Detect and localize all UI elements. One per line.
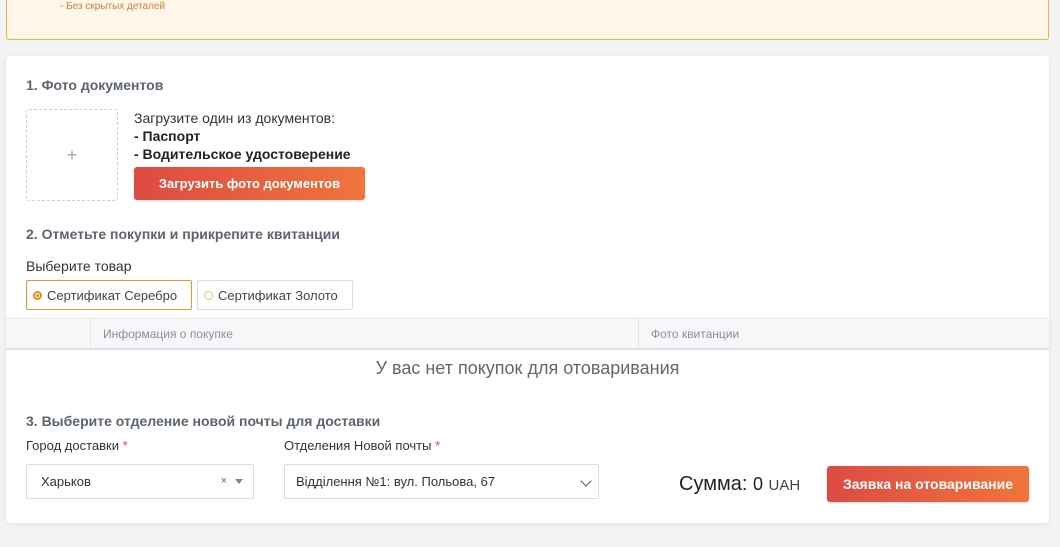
city-label: Город доставки *: [26, 438, 128, 453]
empty-purchases-message: У вас нет покупок для отоваривания: [375, 358, 680, 378]
required-mark: *: [435, 438, 441, 453]
city-value: Харьков: [41, 474, 91, 489]
document-instructions: Загрузите один из документов: - Паспорт …: [134, 109, 351, 163]
choose-product-label: Выберите товар: [26, 258, 132, 274]
notice-banner: - Без скрытых деталей: [6, 0, 1049, 40]
sum-value: 0: [752, 474, 763, 494]
chevron-down-icon: [580, 475, 592, 487]
purchases-table-header: Информация о покупке Фото квитанции: [6, 318, 1049, 350]
city-select[interactable]: Харьков ×: [26, 464, 254, 499]
option-label: Сертификат Серебро: [47, 287, 178, 303]
radio-selected-icon: [33, 290, 42, 300]
instruction-text: Загрузите один из документов:: [134, 110, 335, 126]
plus-icon: +: [66, 144, 78, 165]
step3-title: 3. Выберите отделение новой почты для до…: [26, 413, 381, 429]
submit-redemption-button[interactable]: Заявка на отоваривание: [827, 466, 1029, 502]
radio-unselected-icon: [204, 290, 213, 300]
doc-passport: - Паспорт: [134, 128, 201, 144]
total-sum: Сумма: 0 UAH: [679, 473, 800, 496]
option-silver-certificate[interactable]: Сертификат Серебро: [26, 280, 192, 310]
column-purchase-info: Информация о покупке: [90, 319, 639, 349]
branch-value: Відділення №1: вул. Польова, 67: [296, 474, 496, 489]
step1-title: 1. Фото документов: [26, 77, 164, 93]
doc-driver-license: - Водительское удостоверение: [134, 146, 351, 162]
branch-select[interactable]: Відділення №1: вул. Польова, 67: [284, 464, 599, 499]
step2-title: 2. Отметьте покупки и прикрепите квитанц…: [26, 226, 340, 242]
caret-down-icon[interactable]: [235, 479, 243, 484]
sum-label: Сумма:: [679, 473, 748, 495]
option-gold-certificate[interactable]: Сертификат Золото: [197, 280, 353, 310]
upload-documents-button[interactable]: Загрузить фото документов: [134, 167, 365, 200]
sum-currency: UAH: [768, 477, 801, 494]
column-receipt-photo: Фото квитанции: [638, 319, 1049, 349]
document-upload-box[interactable]: +: [26, 109, 118, 201]
required-mark: *: [122, 438, 128, 453]
order-form-card: 1. Фото документов + Загрузите один из д…: [6, 56, 1049, 523]
clear-icon[interactable]: ×: [221, 475, 227, 487]
branch-label: Отделения Новой почты *: [284, 438, 441, 453]
notice-text: - Без скрытых деталей: [60, 1, 166, 12]
option-label: Сертификат Золото: [218, 287, 338, 303]
